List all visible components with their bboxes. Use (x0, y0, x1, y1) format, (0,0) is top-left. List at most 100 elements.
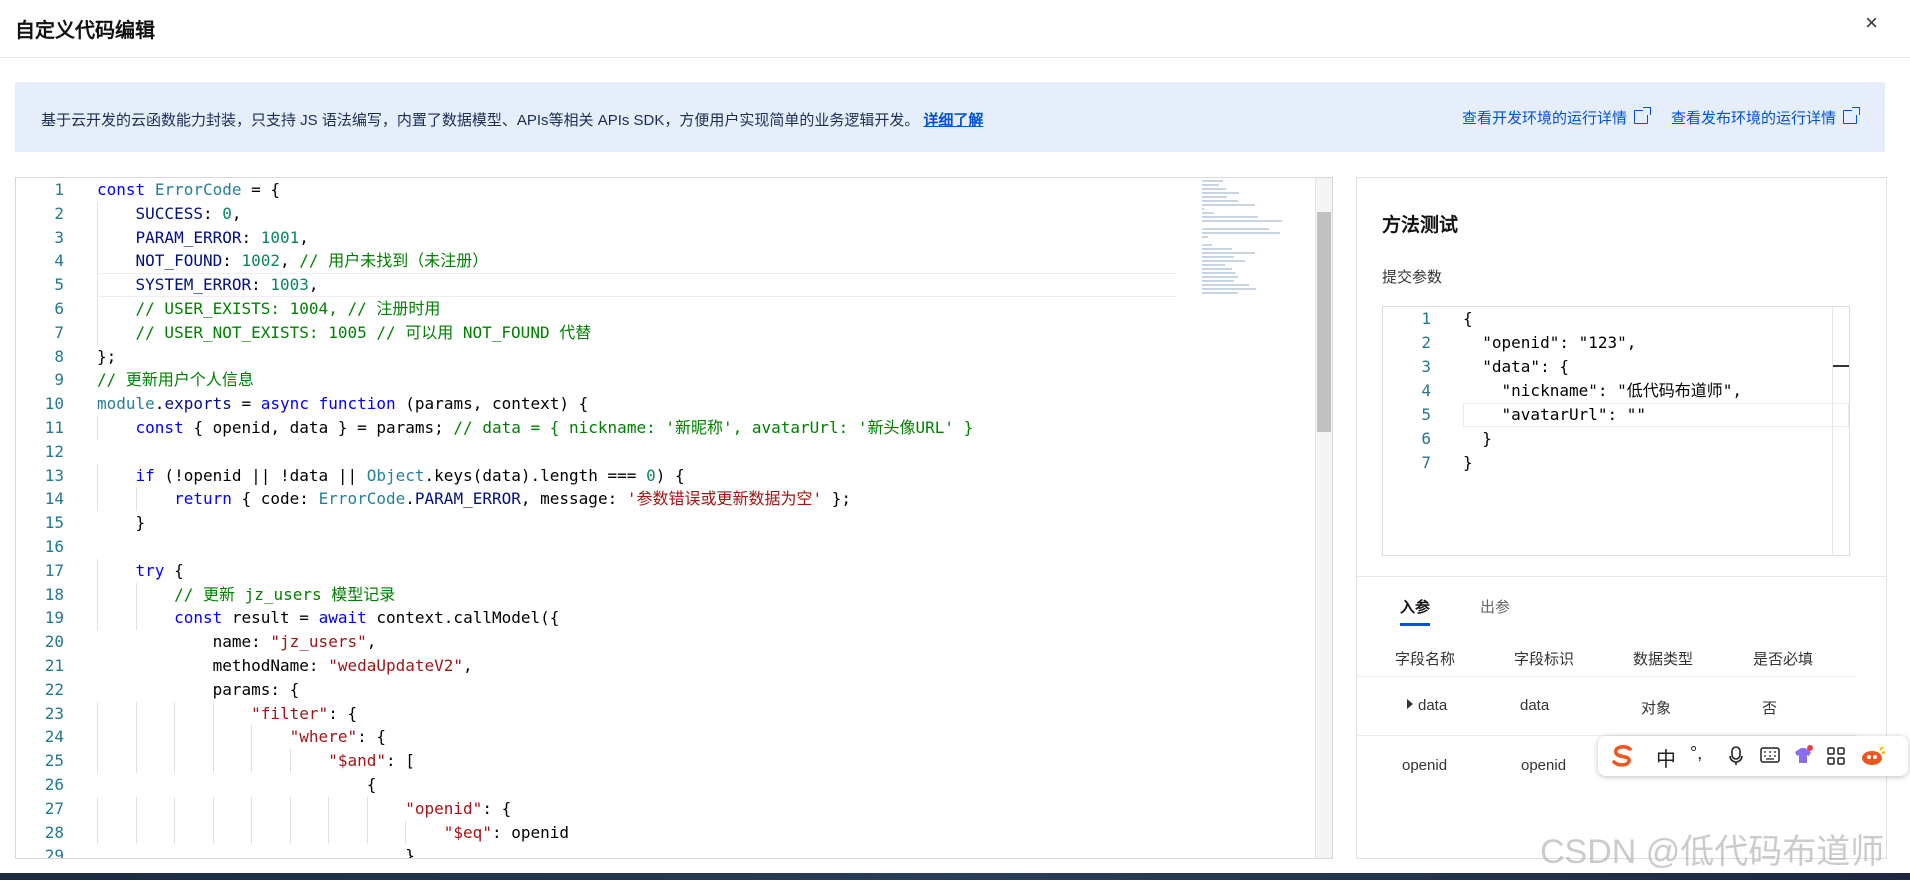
minimap-line (1202, 288, 1256, 290)
indent-guide (97, 749, 98, 773)
banner-description: 基于云开发的云函数能力封装，只支持 JS 语法编写，内置了数据模型、APIs等相… (41, 112, 920, 129)
line-number: 7 (54, 322, 64, 342)
json-line[interactable]: 7} (1383, 451, 1849, 475)
minimap-line (1202, 208, 1205, 210)
code-line[interactable]: 22 params: { (16, 678, 1306, 702)
code-text: "$eq": openid (443, 822, 570, 842)
code-text: try { (135, 560, 184, 580)
code-line[interactable]: 21 methodName: "wedaUpdateV2", (16, 654, 1306, 678)
json-line[interactable]: 4 "nickname": "低代码布道师", (1383, 379, 1849, 403)
code-line[interactable]: 20 name: "jz_users", (16, 630, 1306, 654)
mascot-icon[interactable] (1860, 745, 1886, 767)
code-lines[interactable]: 1 const ErrorCode = {2 SUCCESS: 0, 3 PARAM… (16, 178, 1306, 859)
indent-guide (97, 320, 98, 345)
ime-lang-toggle[interactable]: 中 (1656, 743, 1676, 772)
sogou-logo-icon[interactable] (1610, 744, 1636, 768)
code-line[interactable]: 17 try { (16, 558, 1306, 583)
learn-more-link[interactable]: 详细了解 (923, 112, 983, 129)
json-text: "avatarUrl": "" (1463, 405, 1647, 424)
code-line[interactable]: 1 const ErrorCode = { (16, 178, 1306, 202)
minimap-line (1202, 268, 1232, 270)
indent-guide (328, 796, 330, 821)
microphone-icon[interactable] (1728, 746, 1744, 766)
minimap-line (1202, 196, 1228, 198)
indent-guide (97, 606, 98, 631)
line-number: 28 (44, 822, 64, 842)
code-line[interactable]: 13 if (!openid || !data || Object.keys(d… (16, 463, 1306, 488)
json-text: "nickname": "低代码布道师", (1463, 381, 1743, 400)
code-line[interactable]: 28 "$eq": openid (16, 820, 1306, 845)
indent-guide (135, 725, 137, 750)
line-number: 29 (44, 846, 64, 859)
code-line[interactable]: 18 // 更新 jz_users 模型记录 (16, 582, 1306, 607)
code-line[interactable]: 10 module.exports = async function (param… (16, 392, 1306, 416)
code-line[interactable]: 19 const result = await context.callMode… (16, 606, 1306, 631)
editor-scrollbar[interactable] (1315, 178, 1332, 858)
code-line[interactable]: 2 SUCCESS: 0, (16, 201, 1306, 226)
code-text: methodName: "wedaUpdateV2", (97, 655, 473, 675)
ime-punct-toggle[interactable]: °, (1690, 743, 1702, 764)
indent-guide (174, 796, 176, 821)
json-line[interactable]: 3 "data": { (1383, 355, 1849, 379)
code-line[interactable]: 8}; (16, 345, 1306, 369)
json-line[interactable]: 5 "avatarUrl": "" (1383, 403, 1849, 427)
dev-env-details-link[interactable]: 查看开发环境的运行详情 (1462, 107, 1652, 128)
line-number: 22 (44, 679, 64, 699)
line-number: 21 (44, 655, 64, 675)
field-name-cell[interactable]: data (1407, 697, 1447, 714)
code-line[interactable]: 29 } (16, 844, 1306, 859)
json-line[interactable]: 1{ (1383, 307, 1849, 331)
expand-caret-icon[interactable] (1407, 699, 1413, 709)
indent-guide (135, 582, 137, 607)
code-line[interactable]: 5 SYSTEM_ERROR: 1003, (16, 273, 1306, 297)
close-icon[interactable]: × (1865, 10, 1878, 36)
json-line[interactable]: 6 } (1383, 427, 1849, 451)
prod-env-details-link[interactable]: 查看发布环境的运行详情 (1671, 107, 1861, 128)
json-line[interactable]: 2 "openid": "123", (1383, 331, 1849, 355)
code-editor[interactable]: 1 const ErrorCode = {2 SUCCESS: 0, 3 PARAM… (15, 177, 1333, 859)
code-line[interactable]: 26 { (16, 773, 1306, 797)
code-line[interactable]: 3 PARAM_ERROR: 1001, (16, 225, 1306, 250)
minimap-line (1202, 244, 1212, 246)
code-line[interactable]: 27 "openid": { (16, 796, 1306, 821)
tab-output-params[interactable]: 出参 (1480, 596, 1510, 617)
toolbox-grid-icon[interactable] (1826, 746, 1846, 766)
table-row[interactable]: data data 对象 否 (1357, 677, 1857, 736)
code-line[interactable]: 15 } (16, 511, 1306, 535)
json-editor-scrollbar[interactable] (1832, 307, 1849, 555)
code-line[interactable]: 24 "where": { (16, 725, 1306, 750)
code-line[interactable]: 4 NOT_FOUND: 1002, // 用户未找到（未注册） (16, 249, 1306, 274)
line-number: 3 (1421, 357, 1431, 376)
tab-input-params[interactable]: 入参 (1400, 596, 1431, 626)
keyboard-icon[interactable] (1760, 747, 1780, 763)
code-line[interactable]: 7 // USER_NOT_EXISTS: 1005 // 可以用 NOT_FO… (16, 320, 1306, 345)
code-text: { (97, 774, 377, 794)
minimap-line (1202, 284, 1250, 286)
minimap-line (1202, 220, 1282, 222)
params-json-editor[interactable]: 1{2 "openid": "123", 3 "data": {4 "nickna… (1382, 306, 1850, 556)
code-line[interactable]: 25 "$and": [ (16, 749, 1306, 773)
indent-guide (251, 796, 253, 821)
code-text: } (97, 846, 415, 859)
line-number: 20 (44, 632, 64, 652)
code-line[interactable]: 12 (16, 440, 1306, 464)
indent-guide (251, 749, 253, 773)
code-line[interactable]: 9 // 更新用户个人信息 (16, 368, 1306, 392)
line-number: 1 (54, 180, 64, 199)
line-number: 13 (44, 465, 64, 485)
code-line[interactable]: 14 return { code: ErrorCode.PARAM_ERROR,… (16, 487, 1306, 512)
indent-guide (97, 582, 98, 607)
code-line[interactable]: 23 "filter": { (16, 701, 1306, 726)
code-line[interactable]: 16 (16, 535, 1306, 559)
line-number: 23 (44, 703, 64, 723)
indent-guide (97, 273, 98, 297)
json-text: { (1463, 309, 1473, 328)
indent-guide (174, 701, 176, 726)
minimap[interactable] (1202, 180, 1292, 294)
code-line[interactable]: 6 // USER_EXISTS: 1004, // 注册时用 (16, 296, 1306, 321)
code-text: SUCCESS: 0, (135, 203, 242, 223)
editor-scroll-thumb[interactable] (1317, 212, 1331, 432)
line-number: 1 (1421, 309, 1431, 328)
code-line[interactable]: 11 const { openid, data } = params; // d… (16, 415, 1306, 440)
skin-icon[interactable] (1792, 744, 1814, 766)
